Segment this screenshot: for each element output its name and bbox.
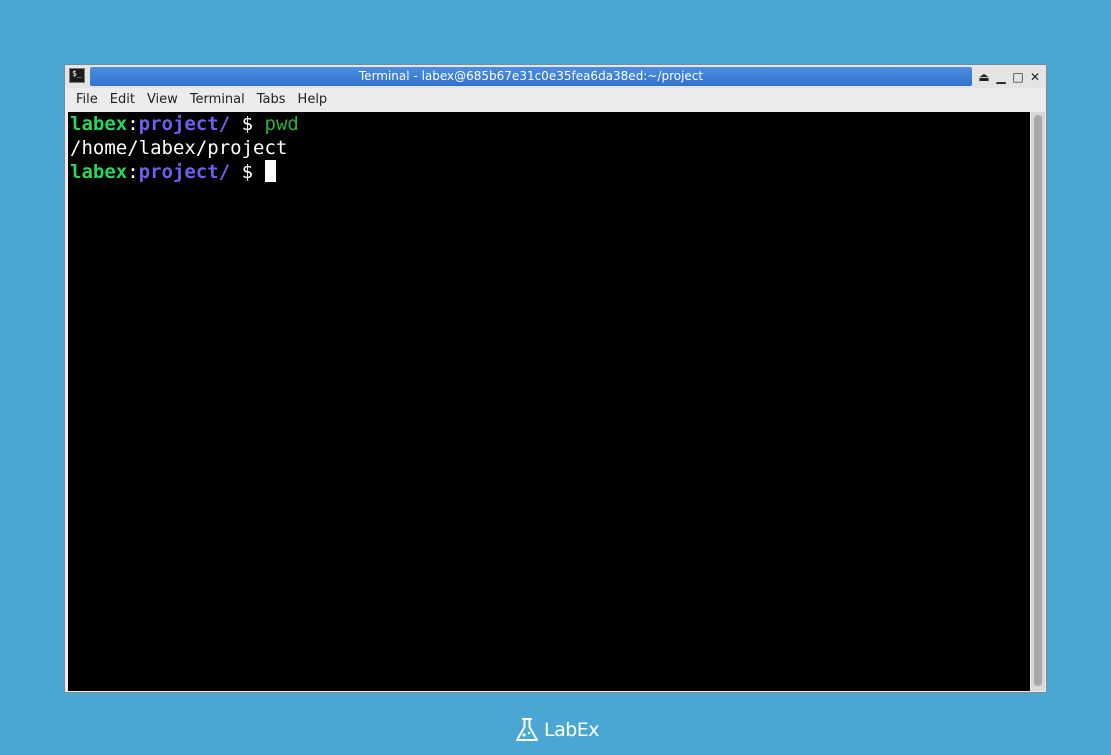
prompt-path: project/ bbox=[138, 113, 231, 135]
prompt-user: labex bbox=[70, 113, 128, 135]
title-bar[interactable]: $_ Terminal - labex@685b67e31c0e35fea6da… bbox=[65, 65, 1046, 88]
terminal-line: labex:project/ $ bbox=[70, 160, 1030, 184]
text-cursor bbox=[264, 160, 276, 182]
terminal-output[interactable]: labex:project/ $ pwd /home/labex/project… bbox=[68, 112, 1030, 691]
prompt-colon: : bbox=[127, 113, 139, 135]
shade-icon[interactable]: ⏏ bbox=[977, 69, 991, 85]
desktop: $_ Terminal - labex@685b67e31c0e35fea6da… bbox=[0, 0, 1111, 755]
logo-text: LabEx bbox=[544, 719, 600, 741]
prompt-colon: : bbox=[127, 161, 139, 183]
maximize-icon[interactable]: □ bbox=[1011, 69, 1025, 85]
menu-edit[interactable]: Edit bbox=[104, 88, 141, 111]
menu-tabs[interactable]: Tabs bbox=[251, 88, 292, 111]
scrollbar-thumb[interactable] bbox=[1034, 115, 1042, 686]
window-controls: ⏏ ▁ □ ✕ bbox=[977, 68, 1042, 85]
command-output: /home/labex/project bbox=[70, 137, 288, 159]
prompt-user: labex bbox=[70, 161, 128, 183]
terminal-window: $_ Terminal - labex@685b67e31c0e35fea6da… bbox=[64, 64, 1047, 693]
command-text: pwd bbox=[264, 113, 299, 135]
menu-view[interactable]: View bbox=[141, 88, 184, 111]
terminal-line: labex:project/ $ pwd bbox=[70, 112, 1030, 136]
flask-icon bbox=[516, 718, 538, 741]
prompt-symbol: $ bbox=[230, 161, 265, 183]
prompt-symbol: $ bbox=[230, 113, 265, 135]
menu-bar: File Edit View Terminal Tabs Help bbox=[65, 88, 1046, 111]
labex-logo: LabEx bbox=[514, 716, 600, 744]
terminal-scrollbar[interactable] bbox=[1031, 112, 1045, 691]
window-title: Terminal - labex@685b67e31c0e35fea6da38e… bbox=[358, 69, 704, 83]
menu-terminal[interactable]: Terminal bbox=[184, 88, 251, 111]
menu-help[interactable]: Help bbox=[292, 88, 334, 111]
menu-file[interactable]: File bbox=[70, 88, 104, 111]
prompt-path: project/ bbox=[138, 161, 231, 183]
title-strip[interactable]: Terminal - labex@685b67e31c0e35fea6da38e… bbox=[90, 67, 972, 86]
minimize-icon[interactable]: ▁ bbox=[994, 69, 1008, 85]
close-icon[interactable]: ✕ bbox=[1028, 69, 1042, 85]
terminal-app-icon[interactable]: $_ bbox=[69, 68, 85, 83]
terminal-line: /home/labex/project bbox=[70, 136, 1030, 160]
